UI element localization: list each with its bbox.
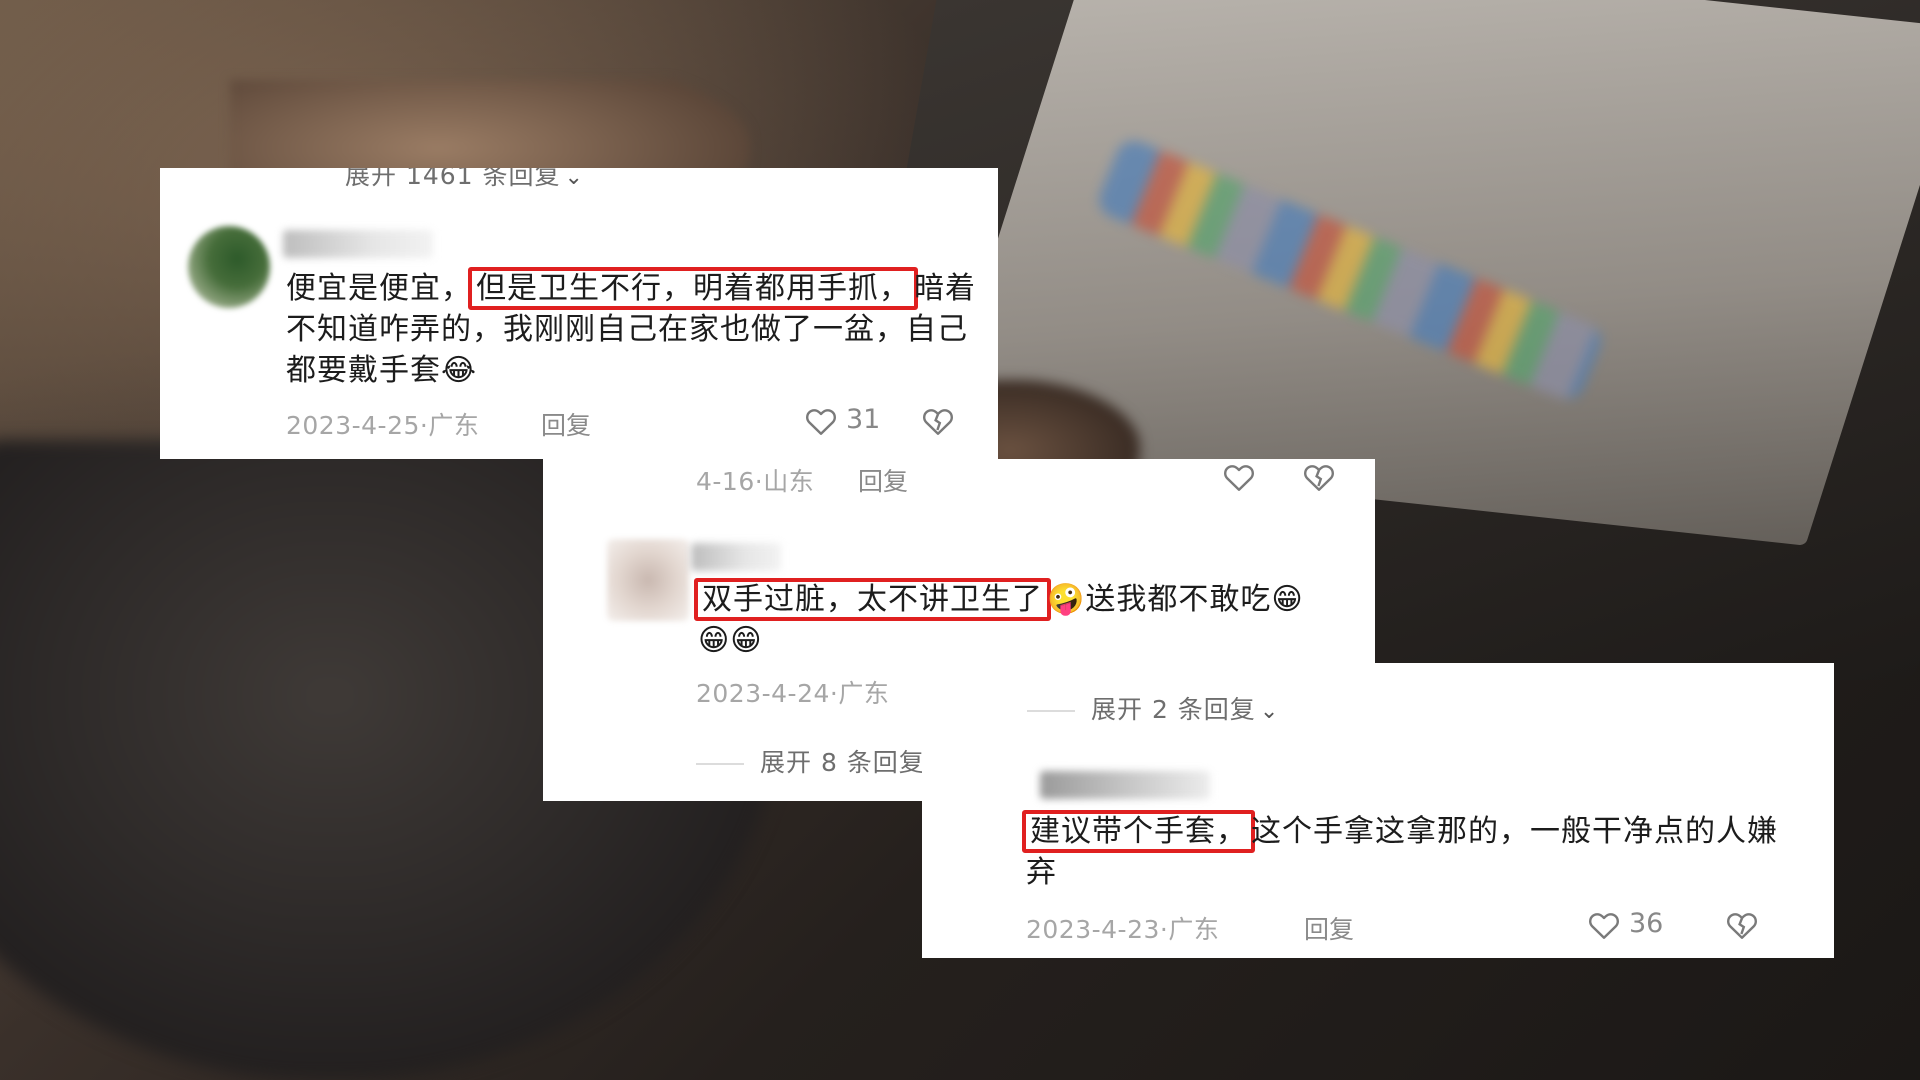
avatar[interactable] [607, 539, 689, 621]
broken-heart-icon[interactable] [1301, 459, 1337, 495]
expand-replies[interactable]: 展开 2 条回复 ⌄ [1027, 690, 1279, 726]
comment-text: 便宜是便宜， 但是卫生不行，明着都用手抓， 暗着不知道咋弄的，我刚刚自己在家也做了一… [286, 267, 976, 391]
comment-region: 广东 [428, 411, 480, 440]
heart-outline-icon[interactable] [1586, 907, 1622, 943]
broken-heart-icon[interactable] [1724, 907, 1760, 943]
highlight-box: 但是卫生不行，明着都用手抓， [468, 267, 918, 310]
comment-date: 2023-4-24 [696, 679, 830, 708]
reply-button[interactable]: 回复 [1304, 910, 1354, 946]
comment-date: 2023-4-23 [1026, 915, 1160, 944]
comment-date: 2023-4-25 [286, 411, 420, 440]
expand-replies-top[interactable]: 展开 1461 条回复 ⌄ [345, 168, 584, 192]
prev-reply-button[interactable]: 回复 [858, 462, 908, 498]
like-count: 36 [1629, 908, 1664, 939]
prev-comment-date: 4-16 [696, 467, 755, 496]
prev-comment-meta: 4-16·山东 [696, 467, 815, 496]
username-blurred[interactable] [691, 543, 781, 571]
grinning-emoji: 😁 [1271, 582, 1304, 617]
heart-outline-icon[interactable] [803, 403, 839, 439]
broken-heart-icon[interactable] [920, 403, 956, 439]
expand-replies[interactable]: 展开 8 条回复⌄ [696, 743, 948, 779]
chevron-down-icon: ⌄ [564, 168, 584, 190]
divider-line [696, 763, 744, 765]
expand-label: 展开 1461 条回复 [345, 168, 561, 190]
comment-meta: 2023-4-25·广东 [286, 411, 480, 440]
comment-card-3: 展开 2 条回复 ⌄ 建议带个手套， 这个手拿这拿那的，一般干净点的人嫌弃 2023… [922, 663, 1834, 958]
expand-label: 展开 8 条回复 [760, 748, 925, 777]
comment-text: 建议带个手套， 这个手拿这拿那的，一般干净点的人嫌弃 [1022, 810, 1806, 893]
comment-region: 广东 [838, 679, 890, 708]
grinning-emoji-pair: 😁😁 [698, 623, 763, 658]
username-blurred[interactable] [283, 230, 433, 258]
crazy-face-emoji: 🤪 [1047, 582, 1086, 617]
divider-line [1027, 710, 1075, 712]
comment-meta: 2023-4-24·广东 [696, 679, 890, 708]
chevron-down-icon: ⌄ [1259, 699, 1280, 724]
comment-text: 双手过脏，太不讲卫生了 🤪送我都不敢吃😁 😁😁 [694, 578, 1338, 661]
expand-label: 展开 2 条回复 [1091, 695, 1256, 724]
prev-comment-region: 山东 [763, 467, 815, 496]
comment-region: 广东 [1168, 915, 1220, 944]
heart-outline-icon[interactable] [1221, 459, 1257, 495]
reply-button[interactable]: 回复 [541, 406, 591, 442]
highlight-box: 建议带个手套， [1022, 810, 1255, 853]
avatar[interactable] [188, 226, 270, 308]
highlight-box: 双手过脏，太不讲卫生了 [694, 578, 1051, 621]
like-count: 31 [846, 404, 881, 435]
comment-meta: 2023-4-23·广东 [1026, 915, 1220, 944]
comment-card-1: 展开 1461 条回复 ⌄ 便宜是便宜， 但是卫生不行，明着都用手抓， 暗着不知道咋弄… [160, 168, 998, 459]
username-blurred[interactable] [1040, 771, 1210, 799]
laughing-emoji: 😂 [441, 353, 478, 388]
